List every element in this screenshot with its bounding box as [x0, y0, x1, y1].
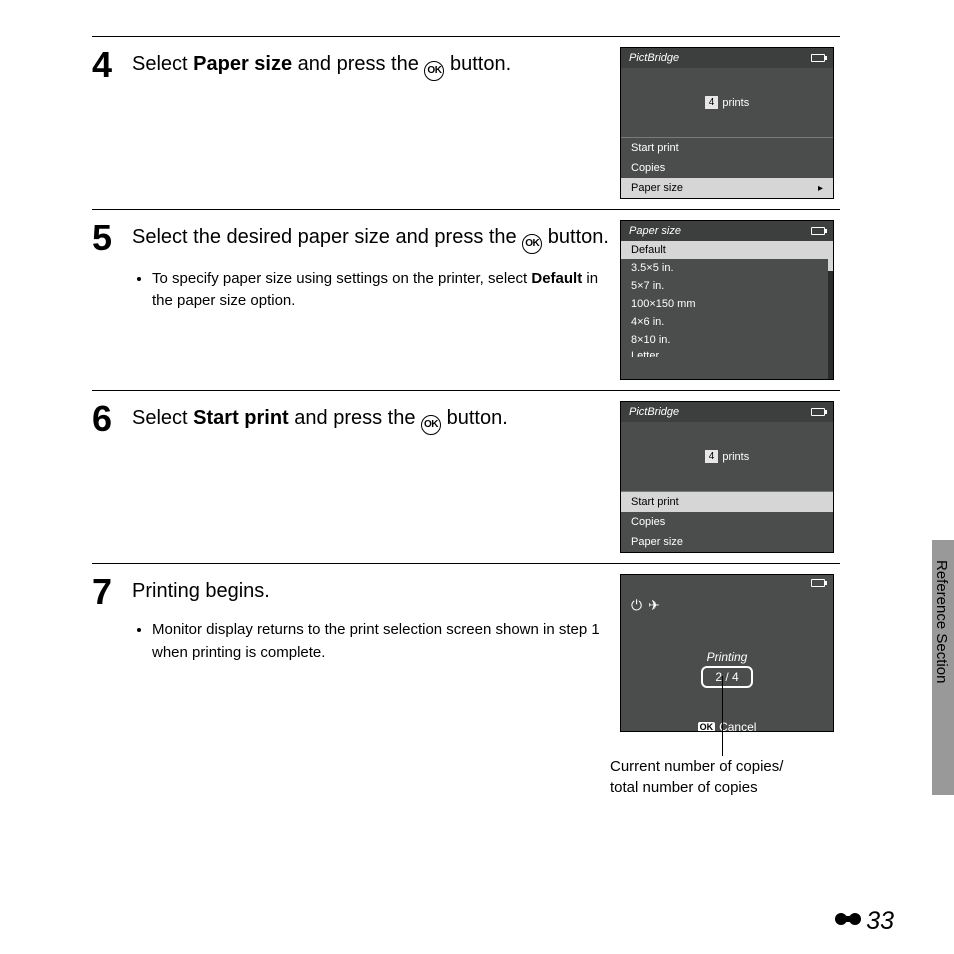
cancel-label: Cancel: [719, 720, 756, 732]
lcd-header: PictBridge: [629, 52, 679, 64]
lcd-header: Paper size: [629, 225, 681, 237]
size-option: 5×7 in.: [621, 277, 833, 295]
step-title: Select Paper size and press the OK butto…: [132, 43, 612, 81]
step-number: 4: [92, 43, 132, 83]
reference-link-icon: [834, 907, 862, 936]
menu-item-start-print: Start print: [621, 138, 833, 158]
text: and press the: [292, 53, 424, 75]
lcd-header: PictBridge: [629, 406, 679, 418]
text: Select the desired paper size and press …: [132, 226, 522, 248]
step-number: 7: [92, 570, 132, 610]
menu-item-paper-size: Paper size: [621, 532, 833, 552]
lcd-prints-count: 4 prints: [621, 422, 833, 492]
cancel-row: OK Cancel: [698, 720, 757, 732]
power-icon: ⏻: [631, 597, 642, 614]
pictbridge-icon: ✈: [648, 597, 660, 614]
size-option-default-selected: Default: [621, 241, 833, 259]
page-number-text: 33: [866, 907, 894, 936]
battery-icon: [811, 408, 825, 416]
battery-icon: [811, 54, 825, 62]
menu-item-start-print-selected: Start print: [621, 492, 833, 512]
text: button.: [542, 226, 609, 248]
bullet-item: To specify paper size using settings on …: [152, 268, 612, 313]
prints-label: prints: [722, 451, 749, 463]
step-4: 4 Select Paper size and press the OK but…: [92, 36, 840, 209]
battery-icon: [811, 227, 825, 235]
text: and press the: [289, 407, 421, 429]
page-number: 33: [834, 907, 894, 936]
lcd-scrollbar: [828, 241, 833, 379]
ok-button-icon: OK: [421, 415, 441, 435]
step-bullets: To specify paper size using settings on …: [132, 268, 612, 313]
text-bold: Start print: [193, 407, 289, 429]
option-label: Default: [631, 244, 666, 256]
step-6: 6 Select Start print and press the OK bu…: [92, 390, 840, 563]
printing-label: Printing: [707, 650, 748, 664]
camera-lcd-pictbridge: PictBridge 4 prints Start print Copies P…: [620, 47, 834, 199]
menu-label: Start print: [631, 496, 679, 508]
camera-lcd-pictbridge: PictBridge 4 prints Start print Copies P…: [620, 401, 834, 553]
step-number: 6: [92, 397, 132, 437]
size-option-cut: Letter: [621, 349, 833, 357]
text: Select: [132, 407, 193, 429]
bullet-item: Monitor display returns to the print sel…: [152, 619, 612, 664]
scrollbar-thumb: [828, 241, 833, 271]
callout-text: Current number of copies/ total number o…: [610, 756, 840, 798]
count-value: 4: [705, 96, 719, 109]
camera-lcd-printing: ⏻ ✈ Printing 2 / 4 OK Cancel: [620, 574, 834, 732]
size-option: 100×150 mm: [621, 295, 833, 313]
text: button.: [441, 407, 508, 429]
size-option: 4×6 in.: [621, 313, 833, 331]
menu-label: Paper size: [631, 182, 683, 194]
text-bold: Default: [531, 270, 582, 287]
section-label: Reference Section: [933, 560, 950, 683]
lcd-prints-count: 4 prints: [621, 68, 833, 138]
ok-button-icon: OK: [424, 61, 444, 81]
text-bold: Paper size: [193, 53, 292, 75]
text: button.: [444, 53, 511, 75]
ok-chip-icon: OK: [698, 722, 716, 732]
step-title: Printing begins.: [132, 570, 612, 605]
text: Select: [132, 53, 193, 75]
menu-item-paper-size-selected: Paper size ▸: [621, 178, 833, 198]
prints-label: prints: [722, 97, 749, 109]
step-5: 5 Select the desired paper size and pres…: [92, 209, 840, 390]
chevron-right-icon: ▸: [818, 183, 823, 194]
menu-item-copies: Copies: [621, 512, 833, 532]
menu-item-copies: Copies: [621, 158, 833, 178]
size-option: 8×10 in.: [621, 331, 833, 349]
step-number: 5: [92, 216, 132, 256]
step-title: Select Start print and press the OK butt…: [132, 397, 612, 435]
step-bullets: Monitor display returns to the print sel…: [132, 619, 612, 664]
step-7: 7 Printing begins. Monitor display retur…: [92, 563, 840, 742]
ok-button-icon: OK: [522, 234, 542, 254]
print-counter: 2 / 4: [701, 666, 752, 688]
text: To specify paper size using settings on …: [152, 270, 531, 287]
battery-icon: [811, 579, 825, 587]
size-option: 3.5×5 in.: [621, 259, 833, 277]
count-value: 4: [705, 450, 719, 463]
step-title: Select the desired paper size and press …: [132, 216, 612, 254]
callout-line: [722, 676, 723, 756]
camera-lcd-paper-size: Paper size Default 3.5×5 in. 5×7 in. 100…: [620, 220, 834, 380]
